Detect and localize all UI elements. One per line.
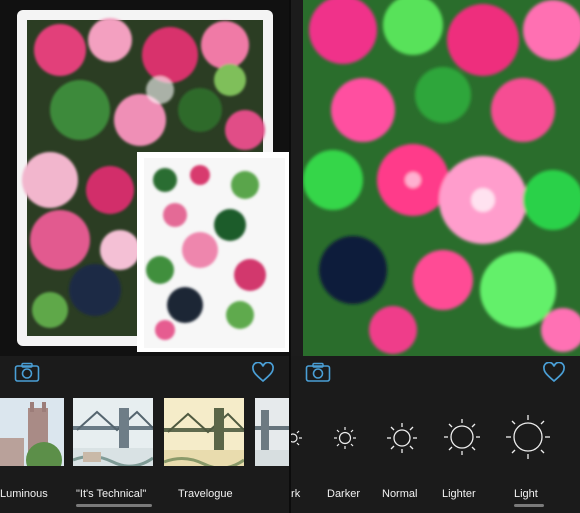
brightness-label-normal[interactable]: Normal xyxy=(382,488,417,500)
sun-icon-dark[interactable] xyxy=(291,430,305,451)
photo-canvas xyxy=(0,0,289,356)
filtered-photo xyxy=(303,0,580,356)
camera-icon[interactable] xyxy=(14,362,40,387)
preset-thumb-travelogue[interactable] xyxy=(164,398,244,466)
selected-preset-indicator xyxy=(76,504,152,507)
selected-brightness-indicator xyxy=(514,504,544,507)
sun-icon-normal[interactable] xyxy=(386,422,418,459)
brightness-label-lighter[interactable]: Lighter xyxy=(442,488,476,500)
heart-icon[interactable] xyxy=(251,361,275,388)
sun-icon-lighter[interactable] xyxy=(443,418,481,461)
photo-preview-area xyxy=(0,0,289,356)
brightness-label-light[interactable]: Light xyxy=(514,488,538,500)
brightness-label-darker[interactable]: Darker xyxy=(327,488,360,500)
heart-icon[interactable] xyxy=(542,361,566,388)
bottom-toolbar xyxy=(0,356,289,388)
bottom-toolbar-right xyxy=(291,356,580,388)
preset-label-travelogue[interactable]: Travelogue xyxy=(178,488,233,500)
right-screen: Dark Darker Normal Lighter Light xyxy=(291,0,580,513)
preset-thumb-its-technical[interactable] xyxy=(73,398,153,466)
preset-label-luminous[interactable]: Luminous xyxy=(0,488,48,500)
preset-label-its-technical[interactable]: "It's Technical" xyxy=(76,488,146,500)
photo-full-preview[interactable] xyxy=(303,0,580,356)
preset-thumb-luminous[interactable] xyxy=(0,398,64,466)
preset-thumb-partial[interactable] xyxy=(255,398,289,466)
small-print[interactable] xyxy=(137,152,289,352)
sun-icon-light[interactable] xyxy=(505,414,551,465)
camera-icon[interactable] xyxy=(305,362,331,387)
left-screen: Luminous "It's Technical" Travelogue xyxy=(0,0,289,513)
brightness-label-dark[interactable]: Dark xyxy=(291,488,300,500)
sun-icon-darker[interactable] xyxy=(333,426,357,455)
